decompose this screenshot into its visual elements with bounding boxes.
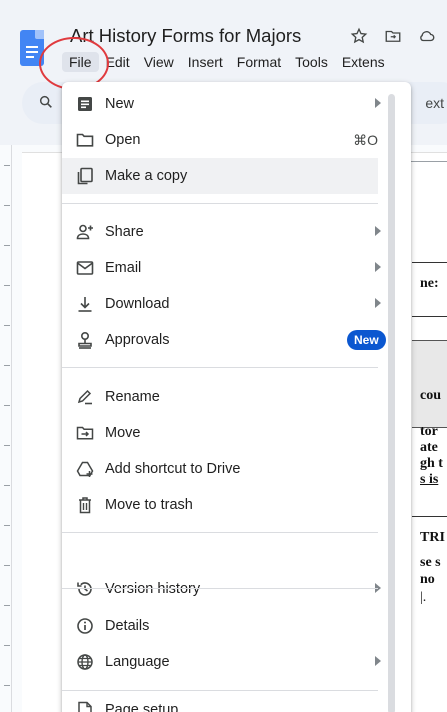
trash-icon [76,496,94,514]
menu-item-email[interactable]: Email [62,250,381,286]
page-rule-line [412,516,447,517]
page-text-fragment: |. [420,590,427,605]
move-to-folder-icon[interactable] [384,27,402,45]
search-icon[interactable] [38,94,54,110]
menu-item-move-to-trash[interactable]: Move to trash [62,487,378,523]
menu-item-open[interactable]: Open ⌘O [62,122,378,158]
menu-item-label: Rename [105,389,160,405]
vertical-ruler[interactable] [0,145,12,712]
star-icon[interactable] [350,27,368,45]
page-text-fragment: no [420,572,435,587]
page-text-fragment: TRI [420,530,445,545]
submenu-arrow-icon [375,656,381,666]
page-text-fragment: se s [420,555,441,570]
info-icon [76,617,94,635]
menu-edit[interactable]: Edit [99,52,137,72]
menu-insert[interactable]: Insert [181,52,230,72]
menu-item-label: Move [105,425,141,441]
page-rule-line [412,262,447,263]
copy-icon [76,167,94,185]
horizontal-ruler[interactable] [410,150,447,162]
toolbar-text-fragment[interactable]: ext [425,95,444,111]
menu-separator [62,532,378,533]
menu-item-approvals[interactable]: Approvals New [62,322,386,358]
page-rule-line [412,316,447,317]
menu-item-label: Add shortcut to Drive [105,461,241,477]
menu-item-label: Approvals [105,332,170,348]
submenu-arrow-icon [375,298,381,308]
page-text-fragment: cou [420,388,441,403]
file-menu: New Open ⌘O Make a copy Share Email Down… [62,82,411,712]
new-document-icon [76,95,94,113]
menu-item-label: Open [105,132,141,148]
menu-item-add-shortcut[interactable]: Add shortcut to Drive [62,451,378,487]
menu-extensions[interactable]: Extens [335,52,392,72]
menu-separator [62,367,378,368]
page-text-fragment: ne: [420,276,439,291]
history-icon [76,580,94,598]
menu-item-label: Email [105,260,142,276]
title-icons [350,27,436,45]
menu-item-make-a-copy[interactable]: Make a copy [62,158,378,194]
page-text-fragment: ate [420,440,438,455]
download-icon [76,295,94,313]
page-text-fragment: gh t [420,456,443,471]
submenu-arrow-icon [375,262,381,272]
menu-separator [62,690,378,691]
menu-tools[interactable]: Tools [288,52,335,72]
menu-item-shortcut: ⌘O [353,132,378,148]
menu-item-label: Move to trash [105,497,193,513]
menu-item-label: Details [105,618,150,634]
menu-item-move[interactable]: Move [62,415,378,451]
menu-item-label: Share [105,224,144,240]
page-setup-icon [76,701,94,712]
email-icon [76,259,94,277]
menu-format[interactable]: Format [230,52,288,72]
menu-item-label: Page setup [105,702,179,712]
menu-item-download[interactable]: Download [62,286,381,322]
approvals-icon [76,331,94,349]
menu-bar: File Edit View Insert Format Tools Exten… [62,52,392,72]
new-badge: New [347,330,386,350]
menu-item-label: Version history [105,581,201,597]
add-shortcut-icon [76,460,94,478]
submenu-arrow-icon [375,98,381,108]
move-icon [76,424,94,442]
globe-icon [76,653,94,671]
menu-file[interactable]: File [62,52,99,72]
menu-item-label: Download [105,296,170,312]
person-add-icon [76,223,94,241]
submenu-arrow-icon [375,226,381,236]
page-text-fragment: tor [420,424,438,439]
menu-item-language[interactable]: Language [62,644,381,680]
menu-item-label: Make a copy [105,168,188,184]
menu-item-details[interactable]: Details [62,608,378,644]
menu-item-label: Language [105,654,170,670]
cloud-status-icon[interactable] [418,27,436,45]
menu-item-new[interactable]: New [62,86,381,122]
menu-item-version-history[interactable]: Version history [62,571,381,607]
menu-item-share[interactable]: Share [62,214,381,250]
document-title[interactable]: Art History Forms for Majors [70,25,301,47]
menu-item-page-setup[interactable]: Page setup [62,692,378,712]
menu-separator [62,203,378,204]
folder-icon [76,131,94,149]
rename-icon [76,388,94,406]
page-shaded-box [412,340,447,428]
menu-item-rename[interactable]: Rename [62,379,378,415]
docs-logo-icon[interactable] [20,30,44,66]
menu-view[interactable]: View [137,52,181,72]
menu-item-label: New [105,96,135,112]
menu-scrollbar[interactable] [388,94,395,712]
menu-separator [62,588,378,589]
page-text-fragment: s is [420,472,439,487]
